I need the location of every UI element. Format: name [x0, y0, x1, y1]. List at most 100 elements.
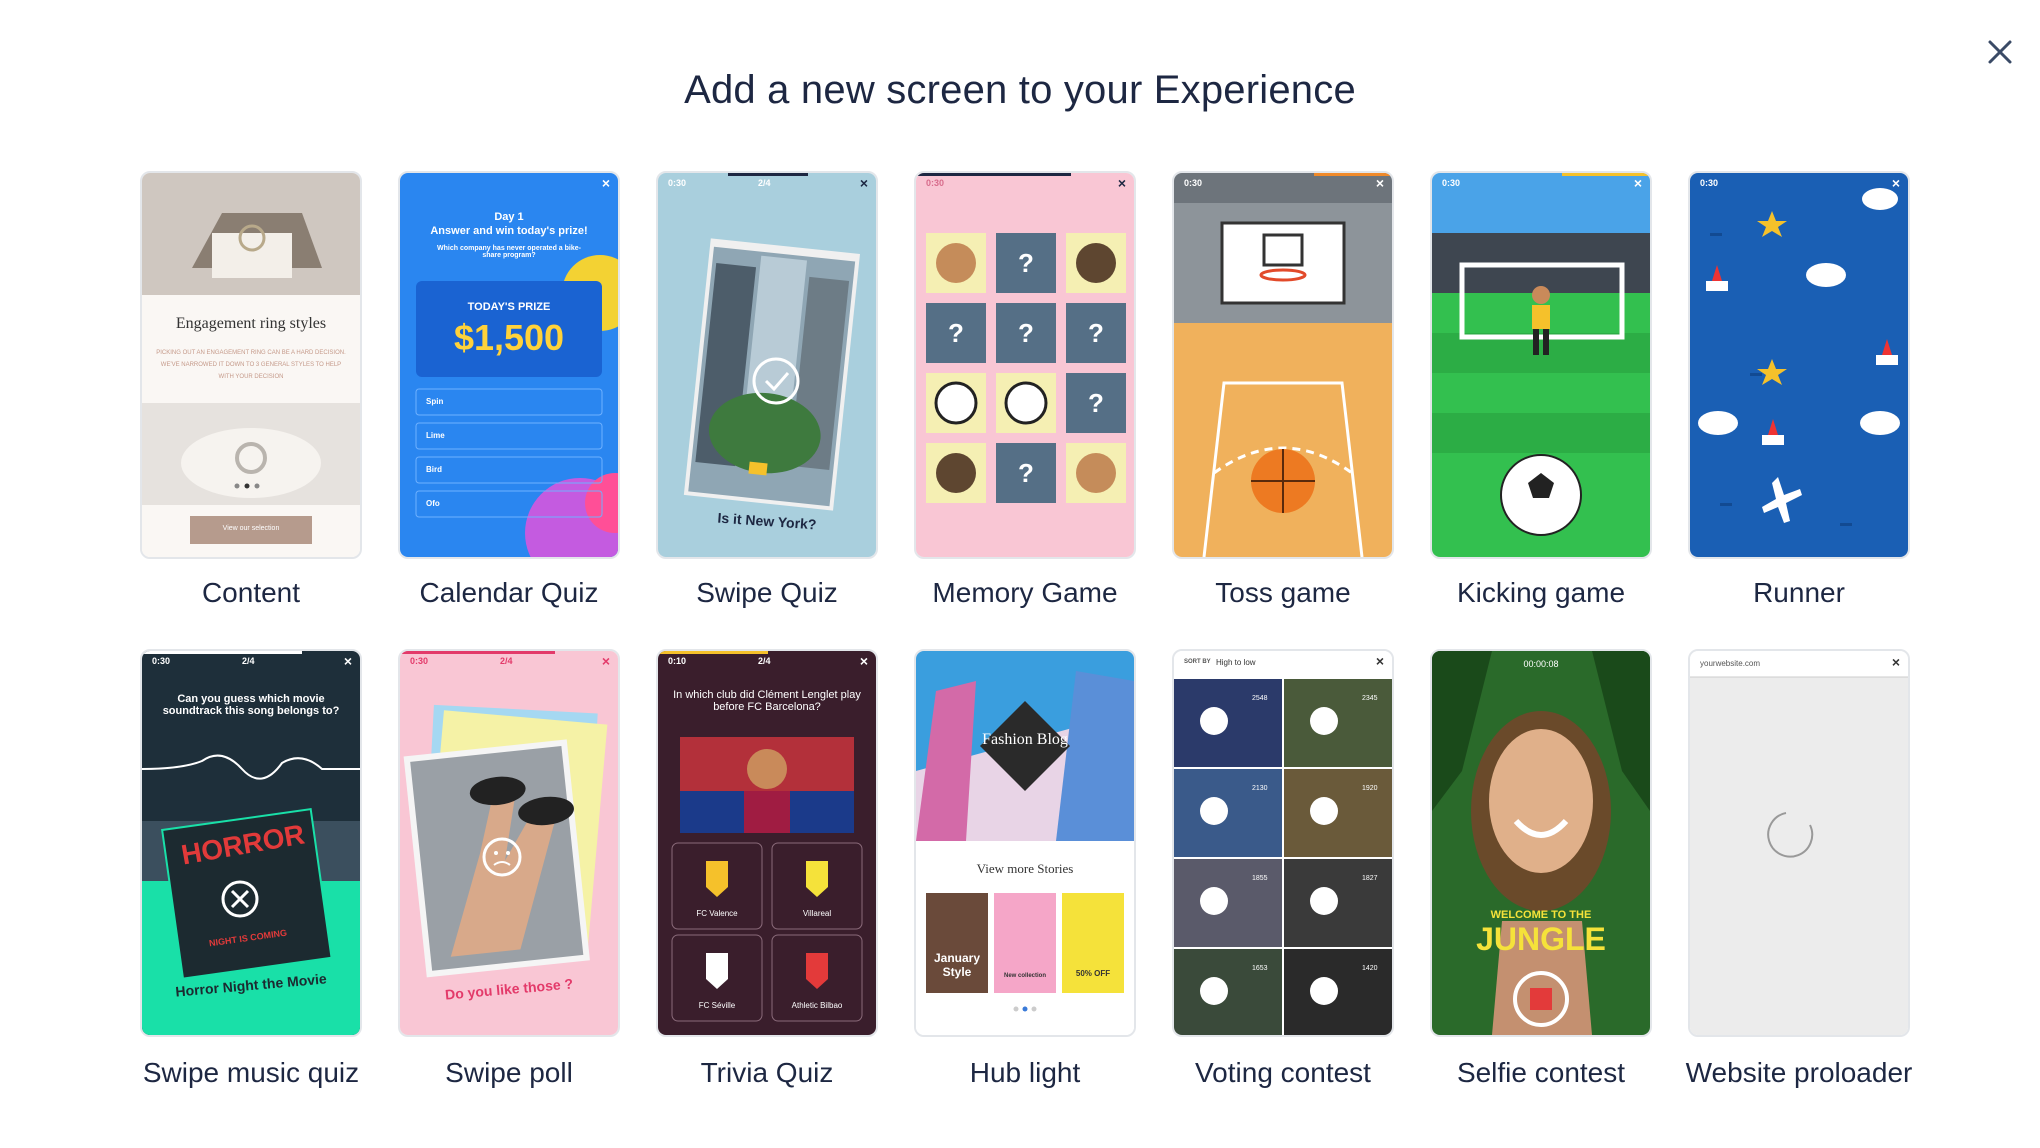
calendar-headline: Answer and win today's prize!: [430, 225, 588, 237]
trivia-answer-1: FC Valence: [696, 909, 738, 918]
progress: 2/4: [758, 178, 771, 188]
voting-contest-preview-image: [1174, 651, 1392, 1035]
screen-label: Swipe Quiz: [696, 577, 838, 608]
screen-label: Website proloader: [1685, 1057, 1913, 1088]
timer: 0:30: [410, 656, 429, 666]
hub-more-stories: View more Stories: [976, 861, 1074, 876]
screen-card-voting-contest[interactable]: SORT BY High to low × 2548 2345 2130 192…: [1172, 649, 1394, 1037]
hub-blog-title: Fashion Blog: [982, 731, 1068, 748]
screen-label: Toss game: [1215, 577, 1351, 608]
screen-label: Voting contest: [1195, 1057, 1371, 1088]
swipe-quiz-preview-image: [658, 173, 876, 557]
content-body: PICKING OUT AN ENGAGEMENT RING CAN BE A …: [156, 350, 346, 380]
screen-label: Swipe poll: [445, 1057, 573, 1088]
kicking-game-preview-image: [1432, 173, 1650, 557]
svg-text:?: ?: [1018, 248, 1034, 278]
option-4: Ofo: [426, 499, 440, 508]
memory-game-preview-image: ??????: [916, 173, 1134, 557]
screen-card-memory-game[interactable]: ?????? 0:30 ×: [914, 171, 1136, 559]
svg-text:?: ?: [1018, 458, 1034, 488]
timer: 0:30: [152, 656, 171, 666]
screen-card-runner[interactable]: 0:30 ×: [1688, 171, 1910, 559]
vote-count: 1420: [1362, 965, 1378, 972]
screen-card-hub-light[interactable]: Fashion Blog View more Stories January S…: [914, 649, 1136, 1037]
close-icon: ×: [1375, 175, 1384, 191]
svg-text:?: ?: [1088, 388, 1104, 418]
prize-amount: $1,500: [453, 317, 565, 358]
trivia-answer-4: Athletic Bilbao: [791, 1001, 843, 1010]
prize-label: TODAY'S PRIZE: [467, 301, 551, 313]
screen-label: Runner: [1753, 577, 1845, 608]
selfie-contest-preview-image: [1432, 651, 1650, 1035]
calendar-day: Day 1: [494, 211, 524, 223]
option-3: Bird: [426, 465, 442, 474]
screen-label: Calendar Quiz: [419, 577, 599, 608]
hub-story-3: 50% OFF: [1075, 969, 1111, 978]
timer: 0:30: [668, 178, 687, 188]
vote-count: 1827: [1362, 875, 1378, 882]
trivia-question: In which club did Clément Lenglet play b…: [673, 689, 861, 713]
recording-timer: 00:00:08: [1523, 659, 1559, 669]
option-2: Lime: [426, 431, 445, 440]
screen-card-content[interactable]: Engagement ring styles PICKING OUT AN EN…: [140, 171, 362, 559]
screen-card-swipe-music-quiz[interactable]: 0:30 2/4 × Can you guess which movie sound…: [140, 649, 362, 1037]
close-icon: ×: [1891, 654, 1900, 670]
screen-label: Kicking game: [1456, 577, 1626, 608]
runner-preview-image: [1690, 173, 1908, 557]
option-1: Spin: [426, 397, 444, 406]
timer: 0:30: [1700, 178, 1719, 188]
svg-text:?: ?: [1018, 318, 1034, 348]
selfie-jungle: JUNGLE: [1476, 921, 1606, 957]
vote-count: 1920: [1362, 785, 1378, 792]
screen-card-trivia-quiz[interactable]: 0:10 2/4 × In which club did Clément Lengl…: [656, 649, 878, 1037]
content-cta: View our selection: [222, 525, 280, 532]
close-icon: ×: [1117, 175, 1126, 191]
screen-card-kicking-game[interactable]: 0:30 ×: [1430, 171, 1652, 559]
vote-count: 2130: [1252, 785, 1268, 792]
vote-count: 2548: [1252, 695, 1268, 702]
close-icon: ×: [1375, 653, 1384, 669]
music-question: Can you guess which movie soundtrack thi…: [162, 693, 340, 717]
screen-card-website-proloader[interactable]: yourwebsite.com ×: [1688, 649, 1910, 1037]
content-heading: Engagement ring styles: [175, 315, 327, 332]
sort-label: SORT BY: [1184, 659, 1211, 665]
timer: 0:30: [1442, 178, 1461, 188]
timer: 0:30: [1184, 178, 1203, 188]
trivia-answer-3: FC Séville: [698, 1001, 736, 1010]
hub-story-1: January Style: [933, 951, 981, 979]
calendar-question: Which company has never operated a bike-…: [437, 245, 581, 259]
page-title: Add a new screen to your Experience: [684, 68, 1356, 112]
vote-count: 1855: [1252, 875, 1268, 882]
close-icon: ×: [859, 175, 868, 191]
close-icon: ×: [1633, 175, 1642, 191]
screen-label: Content: [201, 577, 301, 608]
close-icon: ×: [601, 653, 610, 669]
close-icon: ×: [1891, 175, 1900, 191]
vote-count: 1653: [1252, 965, 1268, 972]
selfie-welcome: WELCOME TO THE: [1490, 909, 1592, 921]
screen-label: Memory Game: [932, 577, 1118, 608]
screen-label: Trivia Quiz: [700, 1057, 834, 1088]
website-proloader-preview-image: [1690, 651, 1908, 1035]
timer: 0:10: [668, 656, 687, 666]
screen-card-swipe-poll[interactable]: 0:30 2/4 × Do you like those ?: [398, 649, 620, 1037]
svg-text:?: ?: [948, 318, 964, 348]
screen-label: Selfie contest: [1456, 1057, 1626, 1088]
screen-card-calendar-quiz[interactable]: × Day 1 Answer and win today's prize! Wh…: [398, 171, 620, 559]
trivia-answer-2: Villareal: [802, 909, 832, 918]
sort-dropdown[interactable]: High to low: [1216, 658, 1256, 667]
screen-card-toss-game[interactable]: 0:30 ×: [1172, 171, 1394, 559]
progress: 2/4: [500, 656, 513, 666]
vote-count: 2345: [1362, 695, 1378, 702]
close-icon: ×: [859, 653, 868, 669]
hub-story-2: New collection: [1003, 973, 1046, 979]
website-url: yourwebsite.com: [1700, 659, 1761, 668]
screen-label: Swipe music quiz: [142, 1057, 360, 1088]
close-icon: ×: [601, 175, 610, 191]
screen-card-selfie-contest[interactable]: 00:00:08 WELCOME TO THE JUNGLE: [1430, 649, 1652, 1037]
screen-card-swipe-quiz[interactable]: 0:30 2/4 × Is it New York?: [656, 171, 878, 559]
progress: 2/4: [242, 656, 255, 666]
svg-text:?: ?: [1088, 318, 1104, 348]
progress: 2/4: [758, 656, 771, 666]
timer: 0:30: [926, 178, 945, 188]
